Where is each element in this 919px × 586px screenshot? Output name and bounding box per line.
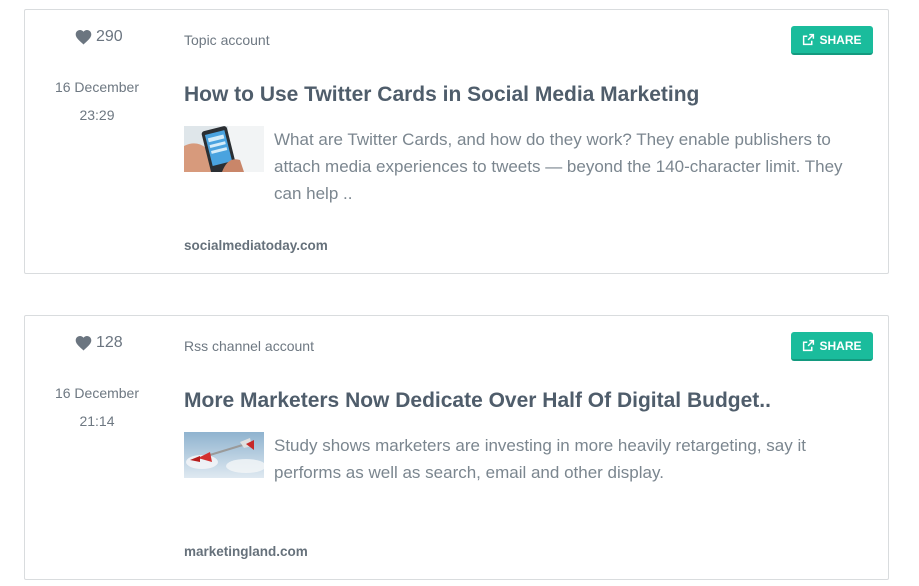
like-count-value: 128 xyxy=(96,334,123,351)
post-date: 16 December xyxy=(54,385,140,401)
post-time: 21:14 xyxy=(79,413,115,429)
share-button[interactable]: SHARE xyxy=(791,26,873,55)
share-label: SHARE xyxy=(819,32,862,47)
like-count[interactable]: 290 xyxy=(75,28,123,46)
like-count-value: 290 xyxy=(96,28,123,45)
heart-icon[interactable] xyxy=(75,335,92,351)
share-button[interactable]: SHARE xyxy=(791,332,873,361)
post-time: 23:29 xyxy=(79,107,115,123)
source-link[interactable]: marketingland.com xyxy=(184,544,308,559)
heart-icon[interactable] xyxy=(75,29,92,45)
source-link[interactable]: socialmediatoday.com xyxy=(184,238,328,253)
dart-thumbnail[interactable] xyxy=(184,432,264,478)
post-excerpt: Study shows marketers are investing in m… xyxy=(274,436,806,482)
post-title[interactable]: More Marketers Now Dedicate Over Half Of… xyxy=(184,389,771,413)
post-title[interactable]: How to Use Twitter Cards in Social Media… xyxy=(184,83,699,107)
post-card: 290 16 December 23:29 Topic account SHAR… xyxy=(24,9,889,274)
phone-twitter-thumbnail[interactable] xyxy=(184,126,264,172)
account-type: Rss channel account xyxy=(184,338,314,354)
share-label: SHARE xyxy=(819,338,862,353)
like-count[interactable]: 128 xyxy=(75,334,123,352)
share-icon xyxy=(802,33,815,46)
post-card: 128 16 December 21:14 Rss channel accoun… xyxy=(24,315,889,580)
post-date: 16 December xyxy=(54,79,140,95)
post-excerpt: What are Twitter Cards, and how do they … xyxy=(274,130,843,203)
share-icon xyxy=(802,339,815,352)
account-type: Topic account xyxy=(184,32,270,48)
